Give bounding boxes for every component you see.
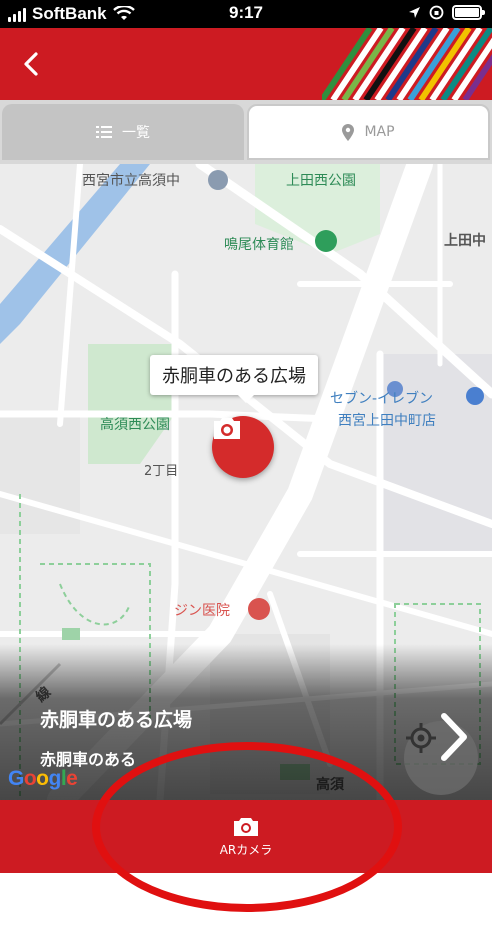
ar-camera-label: ARカメラ: [219, 843, 273, 857]
tab-list-label: 一覧: [122, 125, 150, 141]
map-label-gym: 鳴尾体育館: [224, 237, 294, 253]
tab-map[interactable]: MAP: [247, 104, 490, 160]
next-place-button[interactable]: [430, 708, 478, 766]
map-label-school: 西宮市立高須中: [82, 173, 180, 189]
map-label-park-left: 高須西公園: [100, 417, 170, 433]
map-label-area-right: 上田中: [444, 233, 486, 249]
tab-list[interactable]: 一覧: [2, 104, 244, 160]
chevron-left-icon: [24, 52, 38, 76]
camera-marker[interactable]: [212, 416, 274, 478]
map-callout[interactable]: 赤胴車のある広場: [150, 355, 318, 403]
place-title: 赤胴車のある広場: [40, 709, 193, 731]
ar-camera-button[interactable]: ARカメラ: [196, 808, 296, 866]
camera-icon: [214, 418, 240, 439]
map-callout-title: 赤胴車のある広場: [162, 366, 306, 387]
location-arrow-icon: [409, 7, 420, 18]
tab-map-label: MAP: [364, 124, 395, 140]
tab-bar: 一覧 MAP: [0, 100, 492, 164]
map-label-store-line2: 西宮上田中町店: [338, 413, 436, 429]
map-label-store-line1: セブン-イレブン: [330, 391, 434, 407]
app-header: [0, 28, 492, 100]
list-icon: [96, 126, 112, 138]
bottom-bar: ARカメラ: [0, 800, 492, 873]
map-view[interactable]: 西宮市立高須中 上田西公園 鳴尾体育館 上田中 高須西公園 2丁目 セブン-イレ…: [0, 164, 492, 800]
back-button[interactable]: [14, 46, 50, 82]
google-logo: Google: [8, 767, 78, 790]
orientation-lock-icon: [429, 5, 444, 20]
status-right: [408, 5, 485, 20]
header-stripes-decoration: [322, 28, 492, 100]
map-label-park-top: 上田西公園: [286, 173, 356, 189]
map-label-block: 2丁目: [144, 464, 179, 479]
status-bar: SoftBank 9:17: [0, 0, 492, 28]
battery-icon: [452, 5, 485, 20]
map-label-clinic: ジン医院: [174, 603, 230, 619]
camera-icon: [234, 818, 258, 836]
chevron-right-icon: [441, 713, 467, 761]
map-pin-icon: [342, 123, 355, 141]
